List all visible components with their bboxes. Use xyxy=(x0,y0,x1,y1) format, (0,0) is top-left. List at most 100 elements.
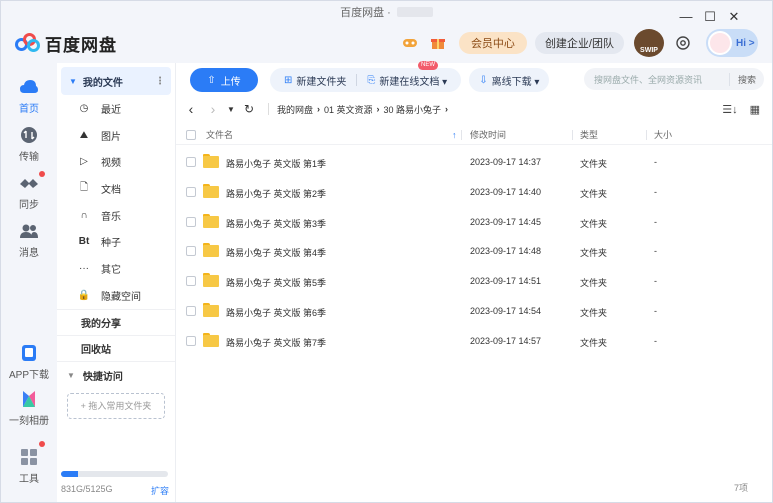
file-name[interactable]: 路易小兔子 英文版 第2季 xyxy=(226,187,326,200)
table-row[interactable]: 路易小兔子 英文版 第1季 2023-09-17 14:37 文件夹 - xyxy=(176,147,772,177)
nav-quick-access[interactable]: ▼ 快捷访问 xyxy=(57,360,175,389)
file-modified-time: 2023-09-17 14:45 xyxy=(470,216,542,227)
more-icon[interactable]: ⋮ xyxy=(155,76,165,87)
rail-label: 一刻相册 xyxy=(9,416,49,427)
row-checkbox[interactable] xyxy=(186,335,196,346)
rail-label: APP下载 xyxy=(8,370,49,381)
settings-icon[interactable] xyxy=(672,32,694,54)
nav-my-share[interactable]: 我的分享 xyxy=(57,308,175,335)
file-name[interactable]: 路易小兔子 英文版 第1季 xyxy=(226,157,326,170)
nav-item-torrents[interactable]: Bt 种子 xyxy=(57,228,175,255)
row-checkbox[interactable] xyxy=(186,246,196,257)
file-type: 文件夹 xyxy=(580,218,608,229)
rail-item-transfer[interactable]: 传输 xyxy=(1,125,57,163)
logo: 百度网盘 xyxy=(15,31,117,56)
table-row[interactable]: 路易小兔子 英文版 第4季 2023-09-17 14:48 文件夹 - xyxy=(176,236,772,266)
nav-item-docs[interactable]: 🗋 文档 xyxy=(57,175,175,202)
file-size: - xyxy=(654,306,657,316)
path-bar: ‹ › ▼ ↻ 我的网盘 › 01 英文资源 › 30 路易小兔子 › ☰↓ ▦ xyxy=(176,97,772,121)
rail-item-tools[interactable]: 工具 xyxy=(1,441,57,485)
storage-quota-fill xyxy=(61,471,79,477)
row-checkbox[interactable] xyxy=(186,186,196,197)
folder-icon xyxy=(203,332,219,347)
rail-item-album[interactable]: 一刻相册 xyxy=(1,389,57,427)
select-all-checkbox[interactable] xyxy=(186,129,196,140)
nav-item-images[interactable]: ⛰ 图片 xyxy=(57,122,175,149)
cloud-icon xyxy=(19,77,39,97)
table-row[interactable]: 路易小兔子 英文版 第3季 2023-09-17 14:45 文件夹 - xyxy=(176,207,772,237)
avatar[interactable]: Hi > xyxy=(706,29,758,57)
col-header-time[interactable]: 修改时间 xyxy=(470,128,506,141)
grid-view-icon[interactable]: ▦ xyxy=(750,103,760,116)
file-type: 文件夹 xyxy=(580,188,608,199)
table-row[interactable]: 路易小兔子 英文版 第2季 2023-09-17 14:40 文件夹 - xyxy=(176,177,772,207)
image-icon: ⛰ xyxy=(79,129,89,141)
breadcrumb-item[interactable]: 我的网盘 xyxy=(277,103,313,116)
back-icon[interactable]: ‹ xyxy=(180,101,202,117)
search-box[interactable]: 搜网盘文件、全网资源资讯 搜索 xyxy=(584,68,764,90)
forward-icon[interactable]: › xyxy=(202,101,224,117)
nav-item-hidden-space[interactable]: 🔒 隐藏空间 xyxy=(57,282,175,309)
new-folder-label: 新建文件夹 xyxy=(296,76,347,88)
nav-item-music[interactable]: ∩ 音乐 xyxy=(57,202,175,229)
col-header-type[interactable]: 类型 xyxy=(580,128,598,141)
search-input[interactable]: 搜网盘文件、全网资源资讯 xyxy=(594,73,702,86)
nav-item-other[interactable]: ··· 其它 xyxy=(57,255,175,282)
nav-item-label: 图片 xyxy=(101,131,121,143)
rail-item-home[interactable]: 首页 xyxy=(1,77,57,115)
minimize-button[interactable]: — xyxy=(674,9,698,25)
create-enterprise-button[interactable]: 创建企业/团队 xyxy=(534,32,624,54)
file-modified-time: 2023-09-17 14:37 xyxy=(470,157,542,167)
nav-my-files[interactable]: ▼ 我的文件 ⋮ xyxy=(61,67,171,95)
refresh-icon[interactable]: ↻ xyxy=(238,102,260,116)
col-header-size[interactable]: 大小 xyxy=(654,128,672,141)
close-button[interactable]: ✕ xyxy=(722,9,746,25)
drop-folder-zone[interactable]: + 拖入常用文件夹 xyxy=(67,392,165,419)
nav-item-videos[interactable]: ▷ 视频 xyxy=(57,148,175,175)
nav-item-recent[interactable]: ◷ 最近 xyxy=(57,95,175,122)
sort-list-icon[interactable]: ☰↓ xyxy=(722,103,737,116)
rail-item-messages[interactable]: 消息 xyxy=(1,221,57,259)
table-row[interactable]: 路易小兔子 英文版 第5季 2023-09-17 14:51 文件夹 - xyxy=(176,266,772,296)
new-folder-button[interactable]: ⊞ 新建文件夹 xyxy=(278,73,352,88)
nav-item-label: 种子 xyxy=(101,238,121,250)
history-dropdown-icon[interactable]: ▼ xyxy=(224,105,238,114)
row-checkbox[interactable] xyxy=(186,276,196,287)
search-button[interactable]: 搜索 xyxy=(728,72,764,86)
row-checkbox[interactable] xyxy=(186,157,196,167)
file-name[interactable]: 路易小兔子 英文版 第7季 xyxy=(226,336,326,349)
nav-recycle-bin[interactable]: 回收站 xyxy=(57,334,175,361)
file-type: 文件夹 xyxy=(580,337,608,348)
toolbar-divider xyxy=(356,74,358,86)
file-name[interactable]: 路易小兔子 英文版 第6季 xyxy=(226,306,326,319)
breadcrumb-item[interactable]: 01 英文资源 xyxy=(324,103,373,116)
rail-item-sync[interactable]: 同步 xyxy=(1,171,57,211)
row-checkbox[interactable] xyxy=(186,306,196,316)
offline-download-button[interactable]: ⇩ 离线下载 ▾ xyxy=(469,68,550,92)
download-icon: ⇩ xyxy=(479,74,488,86)
rail-label: 首页 xyxy=(19,104,39,115)
game-icon[interactable] xyxy=(399,32,421,54)
file-name[interactable]: 路易小兔子 英文版 第5季 xyxy=(226,276,326,289)
maximize-button[interactable]: ☐ xyxy=(698,9,722,25)
avatar-face-icon xyxy=(708,31,732,55)
file-name[interactable]: 路易小兔子 英文版 第4季 xyxy=(226,246,326,259)
vip-center-button[interactable]: 会员中心 xyxy=(458,32,527,54)
gift-icon[interactable] xyxy=(427,32,449,54)
row-checkbox[interactable] xyxy=(186,216,196,227)
swip-badge[interactable]: SWIP xyxy=(634,29,664,57)
col-header-name[interactable]: 文件名 xyxy=(206,128,233,141)
breadcrumb-item[interactable]: 30 路易小兔子 xyxy=(384,103,442,116)
file-name[interactable]: 路易小兔子 英文版 第3季 xyxy=(226,217,326,230)
new-online-doc-button[interactable]: ⎘ 新建在线文档 ▾ xyxy=(361,73,453,88)
upload-button[interactable]: ⇧ 上传 xyxy=(190,68,258,92)
expand-storage-link[interactable]: 扩容 xyxy=(151,484,169,497)
window-title: 百度网盘 · xyxy=(340,7,391,19)
sort-arrow-icon[interactable]: ↑ xyxy=(452,130,457,140)
file-size: - xyxy=(654,186,657,197)
rail-item-app-download[interactable]: APP下载 xyxy=(1,343,57,381)
caret-down-icon: ▼ xyxy=(69,76,77,86)
folder-icon xyxy=(203,273,219,288)
table-row[interactable]: 路易小兔子 英文版 第6季 2023-09-17 14:54 文件夹 - xyxy=(176,296,772,326)
table-row[interactable]: 路易小兔子 英文版 第7季 2023-09-17 14:57 文件夹 - xyxy=(176,326,772,356)
